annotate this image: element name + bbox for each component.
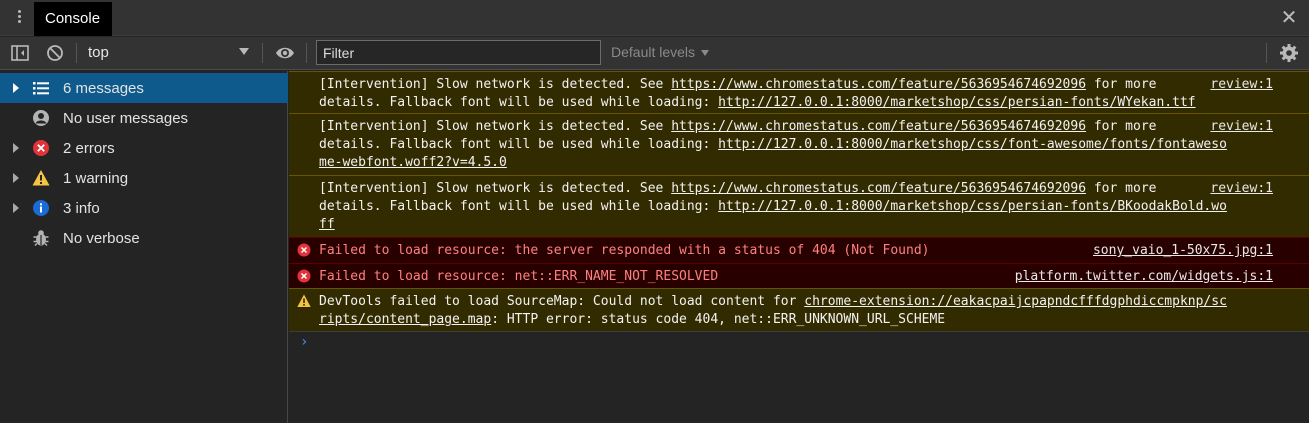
message-text: [Intervention] Slow network is detected.…: [319, 181, 672, 196]
sidebar-item-user-messages[interactable]: No user messages: [0, 103, 288, 133]
message-source-link[interactable]: sony_vaio_1-50x75.jpg:1: [1093, 242, 1273, 260]
message-text: [Intervention] Slow network is detected.…: [319, 77, 672, 92]
context-selector[interactable]: top: [88, 44, 253, 64]
console-message-warning: DevTools failed to load SourceMap: Could…: [289, 288, 1309, 331]
console-message-warning: [Intervention] Slow network is detected.…: [289, 71, 1309, 113]
sidebar-item-verbose[interactable]: No verbose: [0, 223, 288, 253]
message-link[interactable]: https://www.chromestatus.com/feature/563…: [671, 181, 1086, 196]
sidebar-item-label: 2 errors: [63, 140, 115, 157]
sidebar-item-info[interactable]: 3 info: [0, 193, 288, 223]
bug-icon: [33, 230, 49, 247]
sidebar-toggle-icon[interactable]: [10, 43, 30, 63]
console-message-warning: [Intervention] Slow network is detected.…: [289, 113, 1309, 175]
more-options-icon[interactable]: [12, 8, 26, 28]
sidebar-item-label: 6 messages: [63, 80, 144, 97]
toolbar-divider: [76, 43, 77, 63]
console-sidebar: 6 messages No user messages 2 errors 1 w…: [0, 71, 288, 423]
user-icon: [33, 110, 49, 126]
message-text: : HTTP error: status code 404, net::ERR_…: [491, 312, 946, 327]
close-icon[interactable]: ✕: [1278, 6, 1300, 28]
message-text: [Intervention] Slow network is detected.…: [319, 119, 672, 134]
eye-icon[interactable]: [275, 43, 295, 63]
sidebar-item-warnings[interactable]: 1 warning: [0, 163, 288, 193]
sidebar-item-errors[interactable]: 2 errors: [0, 133, 288, 163]
tab-console[interactable]: Console: [34, 2, 112, 36]
console-message-error: Failed to load resource: net::ERR_NAME_N…: [289, 263, 1309, 288]
message-source-link[interactable]: platform.twitter.com/widgets.js:1: [1015, 268, 1273, 286]
list-icon: [33, 82, 49, 95]
message-link[interactable]: https://www.chromestatus.com/feature/563…: [671, 77, 1086, 92]
console-prompt-chevron-icon[interactable]: ›: [300, 334, 308, 350]
sidebar-item-label: No verbose: [63, 230, 140, 247]
chevron-down-icon: [239, 48, 249, 55]
expand-arrow-icon[interactable]: [13, 203, 19, 213]
toolbar-divider: [306, 43, 307, 63]
filter-input[interactable]: [316, 40, 601, 65]
console-messages: [Intervention] Slow network is detected.…: [289, 71, 1309, 423]
console-toolbar: top Default levels: [0, 37, 1309, 70]
sidebar-item-label: 3 info: [63, 200, 100, 217]
sidebar-item-label: 1 warning: [63, 170, 129, 187]
error-icon: [297, 243, 311, 257]
sidebar-item-messages[interactable]: 6 messages: [0, 73, 288, 103]
sidebar-item-label: No user messages: [63, 110, 189, 127]
error-icon: [297, 269, 311, 283]
console-message-warning: [Intervention] Slow network is detected.…: [289, 175, 1309, 237]
message-source-link[interactable]: review:1: [1210, 76, 1273, 94]
chevron-down-icon: [701, 50, 710, 57]
expand-arrow-icon[interactable]: [13, 143, 19, 153]
warning-icon: [32, 170, 50, 186]
log-levels-dropdown[interactable]: Default levels: [611, 44, 710, 60]
expand-arrow-icon[interactable]: [13, 173, 19, 183]
toolbar-divider: [262, 43, 263, 63]
info-icon: [33, 200, 49, 216]
expand-arrow-icon[interactable]: [13, 83, 19, 93]
message-link[interactable]: https://www.chromestatus.com/feature/563…: [671, 119, 1086, 134]
message-text: DevTools failed to load SourceMap: Could…: [319, 294, 805, 309]
message-source-link[interactable]: review:1: [1210, 180, 1273, 198]
error-icon: [33, 140, 49, 156]
clear-console-icon[interactable]: [45, 43, 65, 63]
log-levels-label: Default levels: [611, 44, 696, 60]
drawer-tabbar: Console ✕: [0, 0, 1309, 36]
message-source-link[interactable]: review:1: [1210, 118, 1273, 136]
console-message-error: Failed to load resource: the server resp…: [289, 237, 1309, 263]
gear-icon[interactable]: [1279, 43, 1299, 63]
context-value: top: [88, 44, 109, 61]
message-link[interactable]: http://127.0.0.1:8000/marketshop/css/per…: [718, 95, 1195, 110]
divider: [289, 331, 1309, 332]
warning-icon: [297, 294, 311, 307]
toolbar-divider: [1266, 43, 1267, 63]
